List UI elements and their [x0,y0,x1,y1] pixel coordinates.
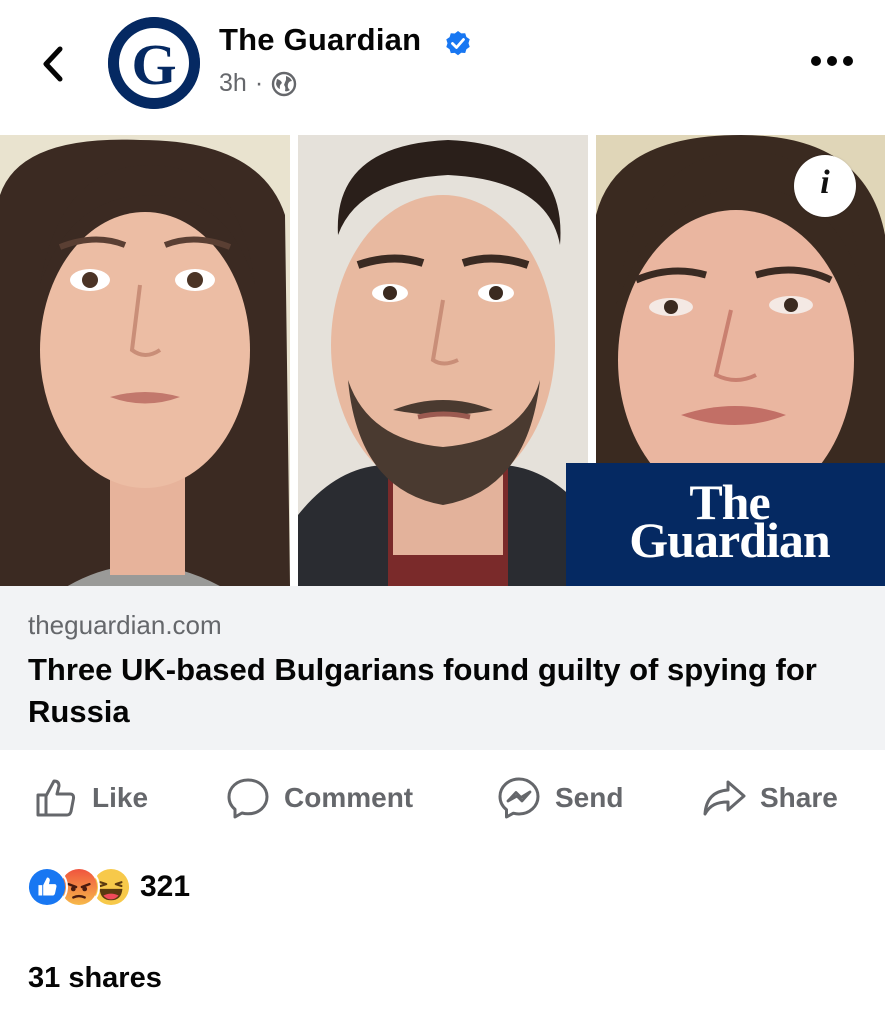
comment-icon [227,778,269,819]
verified-badge-icon [446,31,470,56]
info-icon[interactable]: i [794,155,856,217]
meta-separator: · [254,69,264,97]
post-image[interactable]: The Guardian [0,135,885,586]
svg-text:G: G [131,32,176,97]
link-preview[interactable]: theguardian.com Three UK-based Bulgarian… [0,586,885,750]
messenger-icon [498,777,540,819]
link-domain: theguardian.com [28,610,222,640]
reaction-summary[interactable]: 321 [26,865,190,909]
like-button[interactable]: Like [34,774,148,822]
like-label: Like [92,782,149,813]
share-label: Share [760,782,838,813]
share-icon [703,780,746,816]
more-options-icon[interactable] [806,46,858,76]
reaction-count: 321 [140,870,191,903]
action-bar: Like Comment Send Share [0,760,885,836]
link-headline: Three UK-based Bulgarians found guilty o… [28,652,817,729]
comment-label: Comment [284,782,414,813]
post-header: G The Guardian 3h · [0,0,885,135]
like-reaction-icon [26,866,68,908]
guardian-logo[interactable]: G [108,17,200,109]
send-label: Send [555,782,624,813]
post-time[interactable]: 3h [219,69,247,98]
mugshot-woman-left [0,135,290,586]
share-button[interactable]: Share [702,774,838,822]
guardian-watermark: The Guardian [566,463,885,586]
globe-icon [271,71,297,96]
info-glyph: i [820,164,830,201]
like-icon [36,779,76,817]
back-chevron-icon[interactable] [30,40,78,88]
send-button[interactable]: Send [497,774,623,822]
mugshot-man-center [298,135,588,586]
shares-count[interactable]: 31 shares [28,962,162,995]
comment-button[interactable]: Comment [226,774,413,822]
post-meta: 3h · [219,69,297,98]
page-name[interactable]: The Guardian [219,22,421,58]
watermark-line-2: Guardian [629,512,830,568]
